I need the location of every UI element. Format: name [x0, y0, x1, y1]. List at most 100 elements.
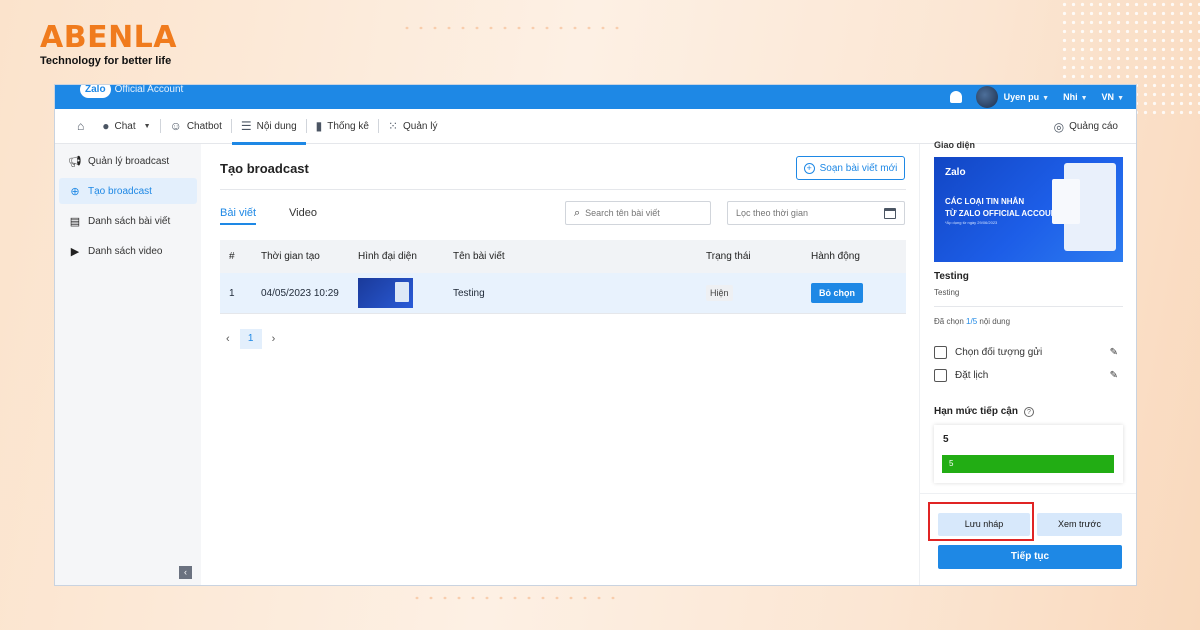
page-number[interactable]: 1 — [239, 329, 262, 349]
row-status-cell: Hiện — [706, 284, 811, 301]
nav-label: Thống kê — [327, 120, 369, 132]
selection-prefix: Đã chọn — [934, 317, 967, 326]
audience-option: Chọn đối tượng gửi ✎ — [934, 346, 1118, 359]
column-header: Trạng thái — [706, 251, 751, 262]
panel-footer: Lưu nháp Xem trước Tiếp tục — [920, 493, 1136, 585]
column-header: Thời gian tạo — [261, 251, 320, 262]
search-input[interactable] — [585, 208, 696, 218]
sidebar-item-video-list[interactable]: ▶ Danh sách video — [59, 238, 197, 264]
main-content: Tạo broadcast + Soạn bài viết mới Bài vi… — [220, 144, 906, 585]
nav-label: Quản lý — [403, 120, 438, 132]
reach-limit-bar: 5 — [942, 455, 1114, 473]
sidebar-item-create-broadcast[interactable]: ⊕ Tạo broadcast — [59, 178, 197, 204]
brand-tagline: Technology for better life — [40, 55, 172, 67]
divider — [934, 306, 1123, 307]
banner-brand: Zalo — [945, 167, 966, 178]
row-created-time: 04/05/2023 10:29 — [261, 287, 339, 299]
pencil-icon[interactable]: ✎ — [1110, 347, 1118, 358]
plus-icon: + — [803, 162, 815, 174]
video-icon: ▶ — [70, 245, 80, 258]
selection-suffix: nội dung — [977, 317, 1011, 326]
chevron-down-icon: ▼ — [143, 122, 151, 130]
post-subtitle: Testing — [934, 288, 960, 297]
sidebar-item-label: Danh sách video — [88, 245, 163, 257]
user-name: Uyen pu — [1003, 92, 1040, 102]
nav-label: Chat — [114, 120, 136, 132]
audience-checkbox[interactable] — [934, 346, 947, 359]
nav-stats[interactable]: ▮ Thống kê — [307, 109, 378, 144]
nav-manage[interactable]: ⁙ Quản lý — [379, 109, 447, 144]
help-icon[interactable]: ? — [1023, 406, 1034, 417]
banner-line1: CÁC LOẠI TIN NHẮN — [945, 197, 1025, 206]
sidebar-item-article-list[interactable]: ▤ Danh sách bài viết — [59, 208, 197, 234]
compose-label: Soạn bài viết mới — [819, 162, 898, 174]
deselect-button[interactable]: Bỏ chọn — [811, 283, 863, 303]
continue-button[interactable]: Tiếp tục — [938, 545, 1122, 569]
date-filter-input[interactable] — [736, 208, 846, 218]
date-filter — [727, 201, 905, 225]
megaphone-icon: 📢︎ — [68, 155, 82, 168]
brand-logo: ABENLA Technology for better life — [40, 22, 177, 68]
sidebar-item-manage-broadcast[interactable]: 📢︎ Quản lý broadcast — [59, 148, 197, 174]
table-header: # Thời gian tạo Hình đại diện Tên bài vi… — [220, 240, 906, 273]
avatar[interactable] — [975, 86, 998, 108]
status-badge: Hiện — [706, 284, 733, 301]
reach-limit-box: 5 5 — [934, 425, 1123, 483]
home-icon: ⌂ — [77, 119, 85, 133]
language-select[interactable]: VN ▼ — [1102, 92, 1124, 102]
tab-video[interactable]: Video — [289, 207, 317, 219]
table-row[interactable]: 1 04/05/2023 10:29 Testing Hiện Bỏ chọn — [220, 273, 906, 314]
plus-circle-icon: ⊕ — [70, 185, 80, 198]
next-page-button[interactable]: › — [272, 333, 276, 345]
tab-articles[interactable]: Bài viết — [220, 207, 257, 225]
top-bar: Zalo Official Account Uyen pu ▼ Nhi ▼ VN ▼ — [55, 85, 1136, 109]
row-index: 1 — [229, 287, 235, 299]
app-window: Zalo Official Account Uyen pu ▼ Nhi ▼ VN ▼ … — [54, 84, 1137, 586]
column-header: Hành động — [811, 251, 860, 262]
nav-home[interactable]: ⌂ — [55, 109, 93, 144]
calendar-icon[interactable] — [884, 207, 896, 219]
selection-count: Đã chọn 1/5 nội dung — [934, 317, 1010, 326]
zalo-oa-logo[interactable]: Zalo Official Account — [80, 85, 183, 98]
compose-article-button[interactable]: + Soạn bài viết mới — [796, 156, 905, 180]
user-menu[interactable]: Uyen pu ▼ — [1004, 92, 1049, 102]
zalo-badge: Zalo — [80, 85, 111, 98]
articles-table: # Thời gian tạo Hình đại diện Tên bài vi… — [220, 240, 906, 314]
bell-icon[interactable] — [949, 91, 962, 103]
sidebar-item-label: Tạo broadcast — [88, 185, 152, 197]
reach-limit-text: Hạn mức tiếp cận — [934, 406, 1018, 417]
main-nav: ⌂ ● Chat ▼ ☺ Chatbot ☰ Nội dung ▮ Thống … — [55, 109, 1136, 145]
nav-label: Nội dung — [256, 120, 297, 132]
collapse-sidebar-button[interactable]: ‹ — [179, 566, 192, 579]
schedule-checkbox[interactable] — [934, 369, 947, 382]
nav-chatbot[interactable]: ☺ Chatbot — [161, 109, 231, 144]
list-icon: ☰ — [240, 119, 252, 133]
column-header: Hình đại diện — [358, 251, 417, 262]
nav-chat[interactable]: ● Chat ▼ — [93, 109, 159, 144]
account-switch[interactable]: Nhi ▼ — [1063, 92, 1087, 102]
nav-label: Chatbot — [186, 120, 222, 132]
row-thumbnail-cell — [358, 278, 453, 308]
grid-icon: ⁙ — [387, 119, 399, 133]
banner-card-mockup — [1052, 179, 1080, 224]
sidebar-item-label: Quản lý broadcast — [88, 155, 170, 167]
reach-limit-label: Hạn mức tiếp cận ? — [934, 406, 1034, 417]
preview-button[interactable]: Xem trước — [1037, 513, 1122, 536]
chart-icon: ▮ — [315, 119, 323, 133]
pencil-icon[interactable]: ✎ — [1110, 370, 1118, 381]
row-article-name: Testing — [453, 287, 485, 299]
decorative-dot-line — [400, 22, 620, 34]
banner-line3: *Áp dụng từ ngày 29/06/2023 — [945, 220, 998, 225]
prev-page-button[interactable]: ‹ — [226, 333, 230, 345]
language-label: VN — [1101, 92, 1115, 102]
article-icon: ▤ — [69, 215, 81, 228]
search-box: ⌕ — [565, 201, 711, 225]
section-label: Giao diện — [934, 140, 976, 150]
nav-label: Quảng cáo — [1069, 121, 1118, 132]
chevron-down-icon: ▼ — [1117, 95, 1124, 102]
decorative-dot-line — [410, 592, 620, 604]
bot-icon: ☺ — [169, 119, 182, 133]
nav-content[interactable]: ☰ Nội dung — [231, 109, 306, 145]
broadcast-panel: Giao diện Zalo CÁC LOẠI TIN NHẮN TỪ ZALO… — [919, 140, 1136, 585]
nav-ads[interactable]: ◎ Quảng cáo — [1054, 109, 1118, 144]
